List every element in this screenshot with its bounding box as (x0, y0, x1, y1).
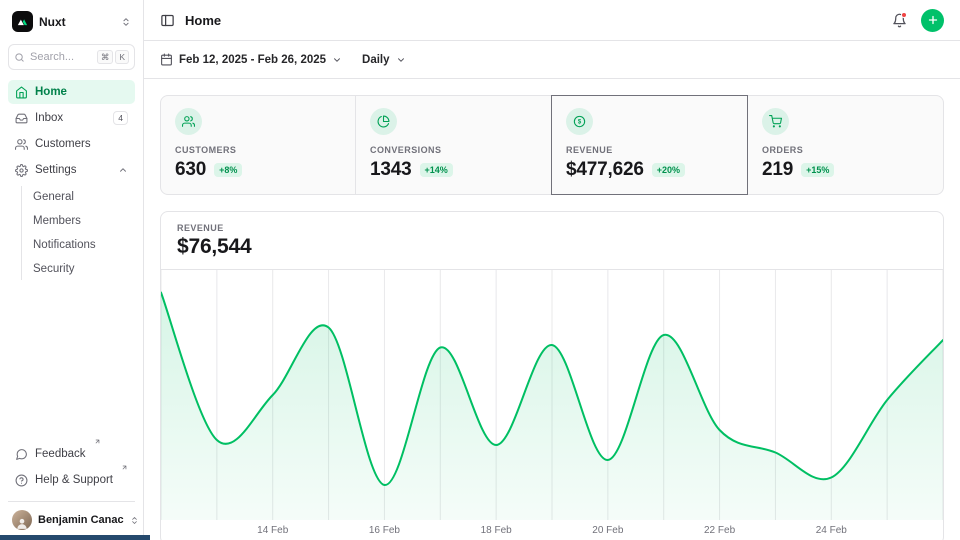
sidebar-item-security[interactable]: Security (26, 258, 135, 280)
sidebar-item-settings[interactable]: Settings (8, 158, 135, 182)
users-icon (175, 108, 202, 135)
panel-left-icon (160, 13, 175, 28)
x-axis-label: 14 Feb (257, 525, 288, 536)
revenue-chart-card: REVENUE $76,544 14 Feb 16 Feb 18 Feb 20 Feb… (160, 211, 944, 540)
filter-toolbar: Feb 12, 2025 - Feb 26, 2025 Daily (144, 41, 960, 79)
revenue-area-chart (161, 270, 943, 520)
search-icon (14, 52, 25, 63)
sidebar-item-notifications[interactable]: Notifications (26, 234, 135, 256)
dollar-circle-icon: $ (566, 108, 593, 135)
notifications-button[interactable] (892, 13, 907, 28)
avatar (12, 510, 32, 530)
dashboard-content: CUSTOMERS 630 +8% CONVERSIONS 1343 +14% (144, 79, 960, 540)
sidebar-toggle-button[interactable] (160, 13, 175, 28)
plus-icon (927, 14, 939, 26)
stat-change-badge: +14% (420, 163, 453, 178)
x-axis: 14 Feb 16 Feb 18 Feb 20 Feb 22 Feb 24 Feb (161, 520, 943, 540)
stat-label: REVENUE (566, 145, 733, 155)
search-input[interactable]: Search... ⌘K (8, 44, 135, 70)
date-range-label: Feb 12, 2025 - Feb 26, 2025 (179, 54, 326, 66)
stat-card-orders[interactable]: ORDERS 219 +15% (747, 95, 944, 195)
notification-dot (901, 12, 907, 18)
app-window: Nuxt Search... ⌘K Home Inbox 4 (0, 0, 960, 540)
stat-value: 219 (762, 159, 793, 181)
bottom-edge-artifact (0, 535, 150, 540)
chart-plot-area[interactable] (161, 269, 943, 520)
chart-value: $76,544 (177, 235, 927, 259)
chart-header: REVENUE $76,544 (161, 212, 943, 269)
search-shortcut: ⌘K (97, 50, 129, 64)
sidebar: Nuxt Search... ⌘K Home Inbox 4 (0, 0, 144, 540)
x-axis-label: 16 Feb (369, 525, 400, 536)
sidebar-item-inbox[interactable]: Inbox 4 (8, 106, 135, 130)
date-range-picker[interactable]: Feb 12, 2025 - Feb 26, 2025 (160, 53, 342, 66)
stat-change-badge: +8% (214, 163, 242, 178)
sidebar-item-home[interactable]: Home (8, 80, 135, 104)
sidebar-footer: Feedback Help & Support Benjamin Canac (8, 442, 135, 532)
page-header: Home (144, 0, 960, 41)
chart-label: REVENUE (177, 223, 927, 233)
user-name: Benjamin Canac (38, 514, 124, 526)
feedback-link[interactable]: Feedback (8, 442, 135, 466)
x-axis-label: 22 Feb (704, 525, 735, 536)
stat-card-customers[interactable]: CUSTOMERS 630 +8% (160, 95, 356, 195)
pie-chart-icon (370, 108, 397, 135)
help-circle-icon (15, 474, 28, 487)
stat-change-badge: +15% (801, 163, 834, 178)
help-support-link[interactable]: Help & Support (8, 468, 135, 492)
chevron-down-icon (396, 55, 406, 65)
x-axis-label: 18 Feb (481, 525, 512, 536)
stat-card-conversions[interactable]: CONVERSIONS 1343 +14% (355, 95, 552, 195)
stat-change-badge: +20% (652, 163, 685, 178)
sidebar-item-members[interactable]: Members (26, 210, 135, 232)
header-actions (892, 9, 944, 32)
stat-label: CUSTOMERS (175, 145, 341, 155)
users-icon (15, 138, 28, 151)
search-placeholder: Search... (30, 51, 74, 63)
inbox-icon (15, 112, 28, 125)
new-item-button[interactable] (921, 9, 944, 32)
stat-value: 1343 (370, 159, 412, 181)
stat-value: $477,626 (566, 159, 644, 181)
sidebar-item-general[interactable]: General (26, 186, 135, 208)
period-label: Daily (362, 54, 390, 66)
external-link-icon (94, 438, 101, 445)
sidebar-item-customers[interactable]: Customers (8, 132, 135, 156)
chevron-down-icon (332, 55, 342, 65)
chevrons-up-down-icon (121, 17, 131, 27)
chevrons-up-down-icon (130, 516, 139, 525)
gear-icon (15, 164, 28, 177)
workspace-selector[interactable]: Nuxt (8, 8, 135, 35)
inbox-count-badge: 4 (113, 111, 128, 125)
stat-label: CONVERSIONS (370, 145, 537, 155)
period-select[interactable]: Daily (362, 54, 406, 66)
svg-text:$: $ (578, 120, 582, 126)
settings-subnav: General Members Notifications Security (21, 186, 135, 280)
page-title: Home (185, 13, 221, 28)
calendar-icon (160, 53, 173, 66)
nuxt-logo-icon (12, 11, 33, 32)
external-link-icon (121, 464, 128, 471)
x-axis-label: 20 Feb (592, 525, 623, 536)
chat-bubble-icon (15, 448, 28, 461)
stat-card-revenue[interactable]: $ REVENUE $477,626 +20% (551, 95, 748, 195)
stat-label: ORDERS (762, 145, 929, 155)
x-axis-label: 24 Feb (816, 525, 847, 536)
chevron-up-icon (118, 165, 128, 175)
workspace-name: Nuxt (39, 15, 66, 29)
stat-value: 630 (175, 159, 206, 181)
cart-icon (762, 108, 789, 135)
user-menu[interactable]: Benjamin Canac (8, 501, 135, 532)
sidebar-nav: Home Inbox 4 Customers Settings General (8, 80, 135, 282)
main-panel: Home Feb 12, 2025 - Feb 26, 2025 Daily (144, 0, 960, 540)
home-icon (15, 86, 28, 99)
stats-row: CUSTOMERS 630 +8% CONVERSIONS 1343 +14% (160, 95, 944, 195)
